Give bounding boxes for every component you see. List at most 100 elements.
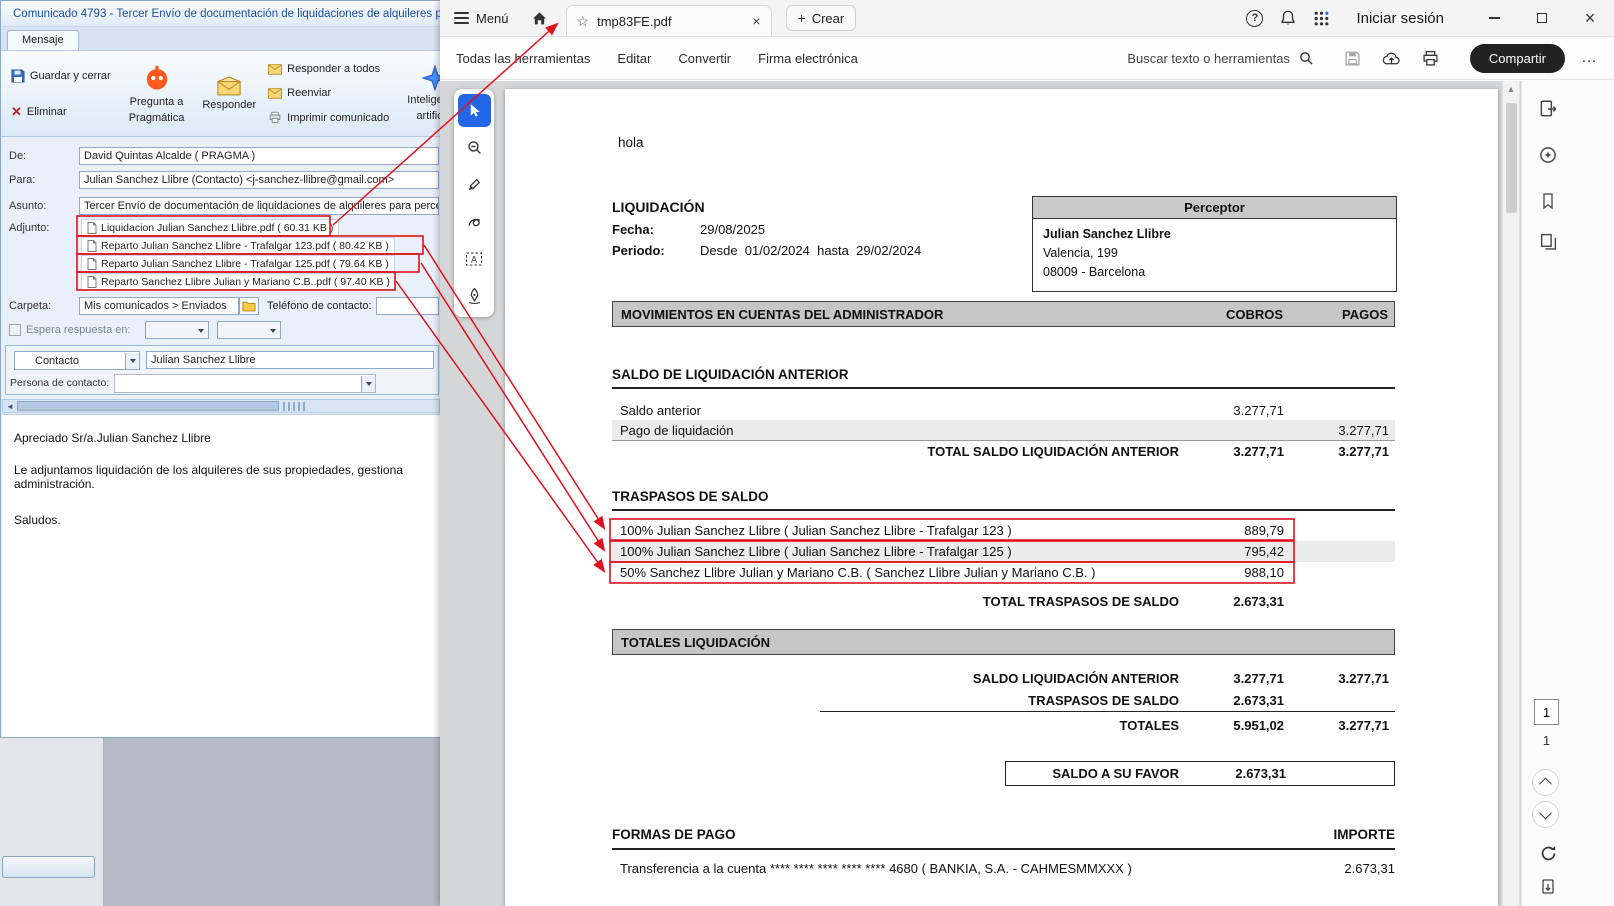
horizontal-scrollbar[interactable]: ◄	[2, 399, 440, 413]
document-tab[interactable]: ☆ tmp83FE.pdf ×	[566, 5, 772, 36]
more-options-button[interactable]: …	[1581, 49, 1598, 67]
contacto-type-dropdown[interactable]: Contacto	[14, 351, 140, 370]
close-icon: ×	[1585, 8, 1596, 29]
select-text-tool[interactable]: A	[458, 242, 491, 275]
minimize-button[interactable]	[1470, 0, 1518, 37]
refresh-button[interactable]	[1534, 839, 1562, 867]
row-cobros: 3.277,71	[1189, 403, 1284, 418]
splitter-grip[interactable]	[283, 402, 305, 411]
cloud-upload-icon	[1382, 51, 1401, 66]
home-button[interactable]	[531, 10, 548, 27]
folder-picker-button[interactable]	[239, 297, 259, 315]
ask-pragmatica-button[interactable]: Pregunta a Pragmática	[123, 55, 191, 132]
row-cobros: 795,42	[1189, 544, 1284, 559]
zoom-tool[interactable]	[458, 131, 491, 164]
apps-grid-icon[interactable]	[1313, 10, 1330, 27]
upload-cloud-button[interactable]	[1382, 51, 1401, 66]
maximize-button[interactable]	[1518, 0, 1566, 37]
dropdown-button[interactable]	[125, 353, 139, 369]
export-pdf-button[interactable]	[1534, 95, 1562, 123]
notifications-bell-icon[interactable]	[1279, 9, 1297, 27]
save-close-button[interactable]: Guardar y cerrar	[7, 67, 115, 85]
create-button[interactable]: + Crear	[786, 5, 857, 31]
carpeta-input[interactable]: Mis comunicados > Enviados	[79, 297, 239, 315]
menu-button[interactable]: Menú	[454, 11, 509, 26]
help-button[interactable]: ?	[1246, 10, 1263, 27]
field-row-para: Para: Julian Sanchez Llibre (Contacto) <…	[9, 171, 439, 189]
body-line-1: Le adjuntamos liquidación de los alquile…	[14, 463, 429, 477]
reply-button[interactable]: Responder	[196, 55, 262, 132]
formas-row: Transferencia a la cuenta **** **** ****…	[612, 861, 1395, 876]
favorite-star-icon[interactable]: ☆	[577, 13, 590, 30]
vertical-scrollbar[interactable]: ▲	[1502, 81, 1520, 906]
nav-all-tools[interactable]: Todas las herramientas	[456, 51, 590, 66]
draw-tool[interactable]	[458, 205, 491, 238]
bookmarks-button[interactable]	[1534, 187, 1562, 215]
scrollbar-thumb[interactable]	[1506, 103, 1517, 213]
fill-sign-tool[interactable]	[458, 279, 491, 312]
attachment-item[interactable]: Liquidacion Julian Sanchez Llibre.pdf ( …	[81, 219, 339, 236]
refresh-icon	[1539, 844, 1558, 863]
persona-contacto-dropdown[interactable]	[114, 374, 376, 393]
save-button[interactable]	[1344, 50, 1361, 67]
sign-in-button[interactable]: Iniciar sesión	[1356, 10, 1444, 27]
next-page-button[interactable]	[1532, 801, 1559, 828]
reply-all-icon	[268, 64, 282, 75]
email-window-title: Comunicado 4793 - Tercer Envío de docume…	[13, 8, 441, 20]
perceptor-name: Julian Sanchez Llibre	[1043, 225, 1386, 244]
attachment-item[interactable]: Reparto Sanchez Llibre Julian y Mariano …	[81, 273, 396, 290]
asunto-input[interactable]: Tercer Envío de documentación de liquida…	[79, 197, 439, 215]
previous-page-button[interactable]	[1532, 769, 1559, 796]
espera-time-input[interactable]	[217, 321, 281, 339]
espera-date-input[interactable]	[145, 321, 209, 339]
tab-mensaje[interactable]: Mensaje	[7, 30, 79, 50]
row-label: 50% Sanchez Llibre Julian y Mariano C.B.…	[612, 565, 1189, 580]
row-pagos: 3.277,71	[1284, 718, 1395, 733]
nav-edit[interactable]: Editar	[617, 51, 651, 66]
attachment-item[interactable]: Reparto Julian Sanchez Llibre - Trafalga…	[81, 255, 395, 272]
print-message-icon	[268, 111, 282, 124]
delete-button[interactable]: ✕ Eliminar	[7, 104, 115, 120]
save-copy-button[interactable]	[1534, 873, 1562, 901]
telefono-input[interactable]	[376, 297, 439, 315]
dropdown-button[interactable]	[361, 376, 375, 392]
document-tab-title: tmp83FE.pdf	[597, 14, 671, 29]
print-button[interactable]	[1422, 50, 1439, 67]
message-body[interactable]: Apreciado Sr/a.Julian Sanchez Llibre Le …	[2, 414, 441, 737]
select-text-icon: A	[465, 251, 483, 267]
nav-convert[interactable]: Convertir	[678, 51, 731, 66]
asunto-label: Asunto:	[9, 200, 79, 212]
forward-button[interactable]: Reenviar	[264, 85, 393, 101]
reply-all-button[interactable]: Responder a todos	[264, 61, 393, 77]
printer-icon	[1422, 50, 1439, 67]
scrollbar-thumb[interactable]	[17, 401, 279, 411]
para-input[interactable]: Julian Sanchez Llibre (Contacto) <j-sanc…	[79, 171, 439, 189]
chevron-up-icon	[1539, 778, 1552, 791]
print-message-button[interactable]: Imprimir comunicado	[264, 109, 393, 126]
de-input[interactable]: David Quintas Alcalde ( PRAGMA )	[79, 147, 439, 165]
scroll-left-icon[interactable]: ◄	[3, 402, 17, 411]
attachment-item[interactable]: Reparto Julian Sanchez Llibre - Trafalga…	[81, 237, 395, 254]
espera-checkbox[interactable]	[9, 324, 21, 336]
tab-close-icon[interactable]: ×	[752, 13, 760, 29]
contacto-type-label: Contacto	[15, 355, 125, 367]
save-icon	[11, 69, 25, 83]
highlight-tool[interactable]	[458, 168, 491, 201]
search-box[interactable]: Buscar texto o herramientas	[1127, 50, 1314, 66]
ai-assistant-button[interactable]	[1534, 141, 1562, 169]
background-button[interactable]	[2, 856, 95, 878]
download-page-icon	[1539, 878, 1557, 896]
total-label: TOTAL TRASPASOS DE SALDO	[612, 594, 1189, 609]
page-total: 1	[1534, 733, 1559, 748]
nav-esign[interactable]: Firma electrónica	[758, 51, 858, 66]
close-button[interactable]: ×	[1566, 0, 1614, 37]
page-thumbnails-button[interactable]	[1534, 227, 1562, 255]
contacto-value-input[interactable]: Julian Sanchez Llibre	[146, 351, 434, 369]
scroll-up-icon[interactable]: ▲	[1503, 84, 1519, 94]
contact-panel: Contacto Julian Sanchez Llibre Persona d…	[5, 345, 439, 395]
share-button[interactable]: Compartir	[1470, 44, 1565, 73]
select-tool[interactable]	[458, 94, 491, 127]
page-number-input[interactable]: 1	[1534, 699, 1559, 725]
formas-title: FORMAS DE PAGO	[612, 827, 1333, 842]
traspasos-total-row: TOTAL TRASPASOS DE SALDO 2.673,31	[612, 590, 1395, 612]
